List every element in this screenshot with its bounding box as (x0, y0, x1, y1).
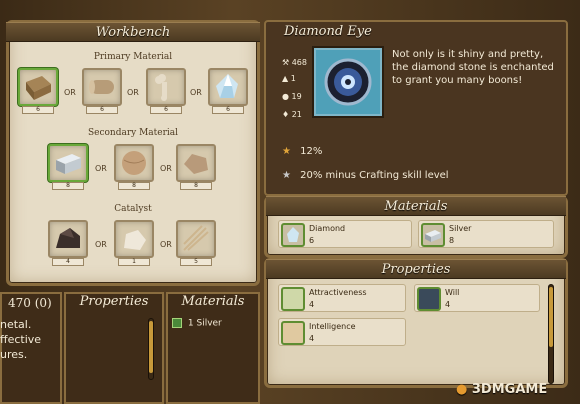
bonus-row: ★ 12% (282, 146, 323, 157)
bottom-left-line-2: ffective (0, 333, 42, 346)
property-card-intelligence[interactable]: Intelligence 4 (278, 318, 406, 346)
stat-hammer: ⚒ 468 (282, 58, 307, 67)
primary-material-label: Primary Material (93, 52, 173, 62)
flower-icon (281, 287, 305, 311)
properties-title: Properties (266, 259, 566, 279)
primary-slot-plank[interactable]: 6 (18, 68, 58, 114)
star-gold-icon: ★ (282, 146, 291, 157)
primary-slot-log[interactable]: 6 (82, 68, 122, 114)
property-card-will[interactable]: Will 4 (414, 284, 540, 312)
silver-ingot-icon (421, 223, 445, 247)
bottom-materials-scrollbar[interactable] (148, 318, 154, 380)
leather-ball-icon (122, 151, 146, 175)
bone-icon (155, 74, 167, 101)
catalyst-label: Catalyst (114, 204, 152, 214)
or-label: OR (190, 88, 202, 97)
coin-bag-icon: ● (282, 92, 289, 101)
dark-ore-icon (56, 228, 80, 248)
diamond-icon (281, 223, 305, 247)
fibers-icon (183, 225, 209, 251)
star-silver-icon: ★ (282, 170, 291, 181)
primary-slot-bone[interactable]: 6 (146, 68, 186, 114)
catalyst-slot-white-stone[interactable]: 1 (114, 220, 154, 266)
secondary-slot-silver-ingot[interactable]: 8 (48, 144, 88, 190)
primary-slot-diamond[interactable]: 6 (208, 68, 248, 114)
crafting-row: ★ 20% minus Crafting skill level (282, 170, 449, 181)
armor-icon (417, 287, 441, 311)
catalyst-slot-fibers[interactable]: 5 (176, 220, 216, 266)
stat-weight: ▲ 1 (282, 74, 296, 83)
bottom-left-line-1: netal. (0, 318, 32, 331)
secondary-material-label: Secondary Material (87, 128, 179, 138)
material-card-silver[interactable]: Silver 8 (418, 220, 554, 248)
or-label: OR (64, 88, 76, 97)
logo-mark: ● (456, 382, 468, 397)
bottom-left-header: 470 (0) (8, 296, 52, 310)
hammer-icon: ⚒ (282, 58, 290, 67)
bottom-properties-title: Properties (79, 294, 149, 309)
properties-scrollbar[interactable] (548, 284, 554, 384)
bottom-left-line-3: ures. (0, 348, 28, 361)
materials-title: Materials (266, 196, 566, 216)
workbench-title: Workbench (6, 22, 260, 42)
stat-flask: ♦ 21 (282, 110, 302, 119)
checkbox-icon[interactable] (172, 318, 182, 328)
log-icon (89, 80, 114, 94)
scrollbar-thumb[interactable] (149, 321, 153, 373)
or-label: OR (160, 240, 172, 249)
item-name: Diamond Eye (284, 24, 372, 39)
property-card-attractiveness[interactable]: Attractiveness 4 (278, 284, 406, 312)
catalyst-slot-dark-ore[interactable]: 4 (48, 220, 88, 266)
or-label: OR (95, 164, 107, 173)
material-card-diamond[interactable]: Diamond 6 (278, 220, 412, 248)
bottom-materials-title: Materials (181, 294, 245, 309)
diamond-eye-icon (314, 48, 382, 116)
secondary-slot-leather-ball[interactable]: 8 (114, 144, 154, 190)
or-label: OR (127, 88, 139, 97)
silver-ingot-icon (56, 154, 81, 174)
weight-icon: ▲ (282, 74, 289, 83)
diamond-icon (216, 74, 238, 98)
hide-icon (184, 154, 208, 174)
or-label: OR (160, 164, 172, 173)
watermark: ● 3DMGAME (456, 382, 548, 397)
scrollbar-thumb[interactable] (549, 287, 553, 347)
head-icon (281, 321, 305, 345)
stat-coin: ● 19 (282, 92, 302, 101)
white-stone-icon (124, 230, 146, 250)
wooden-block-icon (26, 76, 51, 100)
bottom-materials-row: 1 Silver (172, 318, 222, 329)
item-description: Not only is it shiny and pretty, the dia… (392, 49, 554, 86)
secondary-slot-hide[interactable]: 8 (176, 144, 216, 190)
flask-icon: ♦ (282, 110, 290, 119)
or-label: OR (95, 240, 107, 249)
